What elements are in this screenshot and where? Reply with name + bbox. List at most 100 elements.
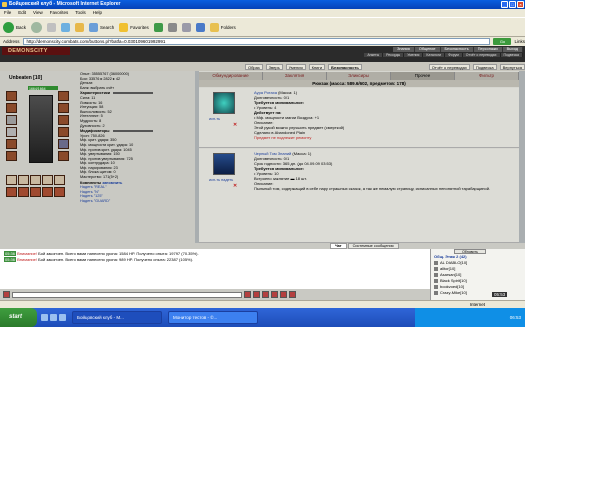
- sub-menu-item[interactable]: Форум: [445, 53, 463, 57]
- menu-favorites[interactable]: Favorites: [50, 9, 69, 17]
- address-input[interactable]: http://demonscity.combats.com/buttons.pl…: [22, 38, 491, 45]
- maximize-button[interactable]: □: [509, 1, 516, 8]
- links-label[interactable]: Links: [514, 39, 525, 44]
- stop-icon[interactable]: [47, 22, 57, 32]
- chat-input[interactable]: [12, 291, 242, 298]
- desktop-icon[interactable]: [50, 314, 57, 321]
- menu-edit[interactable]: Edit: [18, 9, 26, 17]
- rune-slot[interactable]: [30, 175, 41, 185]
- tab-filter[interactable]: Фильтр: [455, 72, 519, 80]
- rune-slot[interactable]: [54, 175, 65, 185]
- sub-menu-item[interactable]: Анкеты: [364, 53, 384, 57]
- menu-view[interactable]: View: [33, 9, 43, 17]
- top-menu-item[interactable]: Общение: [414, 47, 441, 52]
- armor-slot[interactable]: [6, 127, 17, 137]
- tab-elixirs[interactable]: Эликсиры: [327, 72, 391, 80]
- shield-slot[interactable]: [58, 139, 69, 149]
- player-row[interactable]: Crazy-Mike[10]: [434, 290, 525, 296]
- rune-slot[interactable]: [18, 175, 29, 185]
- helmet-slot[interactable]: [6, 91, 17, 101]
- weapon-slot[interactable]: [6, 115, 17, 125]
- ie-launch-icon[interactable]: [41, 314, 48, 321]
- earrings-slot[interactable]: [58, 91, 69, 101]
- tab-other[interactable]: Прочее: [391, 72, 455, 80]
- character-avatar[interactable]: [29, 95, 53, 163]
- top-menu-item[interactable]: Знания: [393, 47, 415, 52]
- search-button[interactable]: Search: [89, 22, 114, 32]
- translit-button[interactable]: [280, 291, 287, 298]
- top-menu-item[interactable]: Безопасность: [440, 47, 474, 52]
- scroll-slot[interactable]: [30, 187, 41, 197]
- rune-slot[interactable]: [42, 175, 53, 185]
- taskbar-item[interactable]: Монитор тестов - ©...: [168, 311, 258, 324]
- nav-skills[interactable]: Умения: [285, 63, 306, 70]
- forward-button[interactable]: [31, 21, 43, 33]
- filter-button[interactable]: [271, 291, 278, 298]
- menu-file[interactable]: File: [4, 9, 11, 17]
- nav-security[interactable]: Безопасность: [328, 63, 362, 70]
- nav-pendant[interactable]: Подвеска: [472, 63, 497, 70]
- send-button[interactable]: [244, 291, 251, 298]
- chat-settings-button[interactable]: [3, 291, 10, 298]
- media-icon[interactable]: [153, 22, 163, 32]
- rune-slot[interactable]: [6, 175, 17, 185]
- book-item-image[interactable]: [213, 153, 235, 175]
- nav-transfers[interactable]: Отчёт о переводах: [428, 63, 470, 70]
- delete-icon[interactable]: ✕: [233, 183, 237, 189]
- media-launch-icon[interactable]: [59, 314, 66, 321]
- menu-tools[interactable]: Tools: [75, 9, 86, 17]
- favorites-label: Favorites: [130, 24, 149, 30]
- home-icon[interactable]: [75, 22, 85, 32]
- window-title-text: Бойцовский клуб - Microsoft Internet Exp…: [9, 1, 121, 7]
- wear-link[interactable]: надеть: [221, 178, 233, 182]
- folders-button[interactable]: Folders: [209, 22, 236, 32]
- close-button[interactable]: ×: [517, 1, 524, 8]
- nav-books[interactable]: Книги: [308, 63, 326, 70]
- print-icon[interactable]: [181, 22, 191, 32]
- smiles-button[interactable]: [253, 291, 260, 298]
- set-item[interactable]: Надеть "GUARD": [80, 199, 190, 204]
- scroll-slot[interactable]: [6, 187, 17, 197]
- gloves-slot[interactable]: [58, 127, 69, 137]
- sub-menu-item[interactable]: Отчёт о переводах: [462, 53, 501, 57]
- stat-bank[interactable]: Банк: выбрать счёт: [80, 86, 190, 91]
- sub-menu-item[interactable]: Подвеска: [500, 53, 523, 57]
- necklace-slot[interactable]: [58, 103, 69, 113]
- go-button[interactable]: Go: [493, 38, 512, 45]
- tab-equipment[interactable]: Обмундирование: [199, 72, 263, 80]
- back-button[interactable]: Back: [3, 21, 26, 33]
- mail-icon[interactable]: [167, 22, 177, 32]
- nav-pet[interactable]: Зверь: [265, 63, 283, 70]
- clear-button[interactable]: [262, 291, 269, 298]
- exit-button[interactable]: [289, 291, 296, 298]
- aura-item-image[interactable]: [213, 92, 235, 114]
- scroll-slot[interactable]: [54, 187, 65, 197]
- remember-set-link[interactable]: запомнить: [102, 181, 122, 185]
- top-menu-item[interactable]: Выход: [502, 47, 523, 52]
- nav-return[interactable]: Вернуться: [499, 63, 525, 70]
- tab-spells[interactable]: Заклятия: [263, 72, 327, 80]
- sub-menu-item[interactable]: Каталоги: [423, 53, 446, 57]
- bracer-slot[interactable]: [6, 103, 17, 113]
- favorites-button[interactable]: Favorites: [119, 22, 149, 32]
- use-link-text[interactable]: исп-ть: [209, 178, 220, 182]
- delete-icon[interactable]: ✕: [233, 122, 237, 128]
- refresh-icon[interactable]: [61, 22, 71, 32]
- sub-menu-item[interactable]: Умения: [404, 53, 424, 57]
- use-link[interactable]: исп-ть: [209, 117, 220, 121]
- taskbar-item[interactable]: Бойцовский клуб - M...: [72, 311, 162, 324]
- ring-slot[interactable]: [58, 115, 69, 125]
- menu-help[interactable]: Help: [93, 9, 102, 17]
- pants-slot[interactable]: [6, 151, 17, 161]
- sub-menu-item[interactable]: Рекорды: [383, 53, 405, 57]
- minimize-button[interactable]: _: [501, 1, 508, 8]
- nav-image[interactable]: Образ: [245, 63, 263, 70]
- top-menu-item[interactable]: Персонажи: [473, 47, 503, 52]
- scroll-slot[interactable]: [18, 187, 29, 197]
- boots-slot[interactable]: [58, 151, 69, 161]
- scroll-slot[interactable]: [42, 187, 53, 197]
- player-name[interactable]: Crazy-Mike[10]: [440, 290, 467, 296]
- start-button[interactable]: start: [0, 308, 37, 327]
- belt-slot[interactable]: [6, 139, 17, 149]
- word-icon[interactable]: [195, 22, 205, 32]
